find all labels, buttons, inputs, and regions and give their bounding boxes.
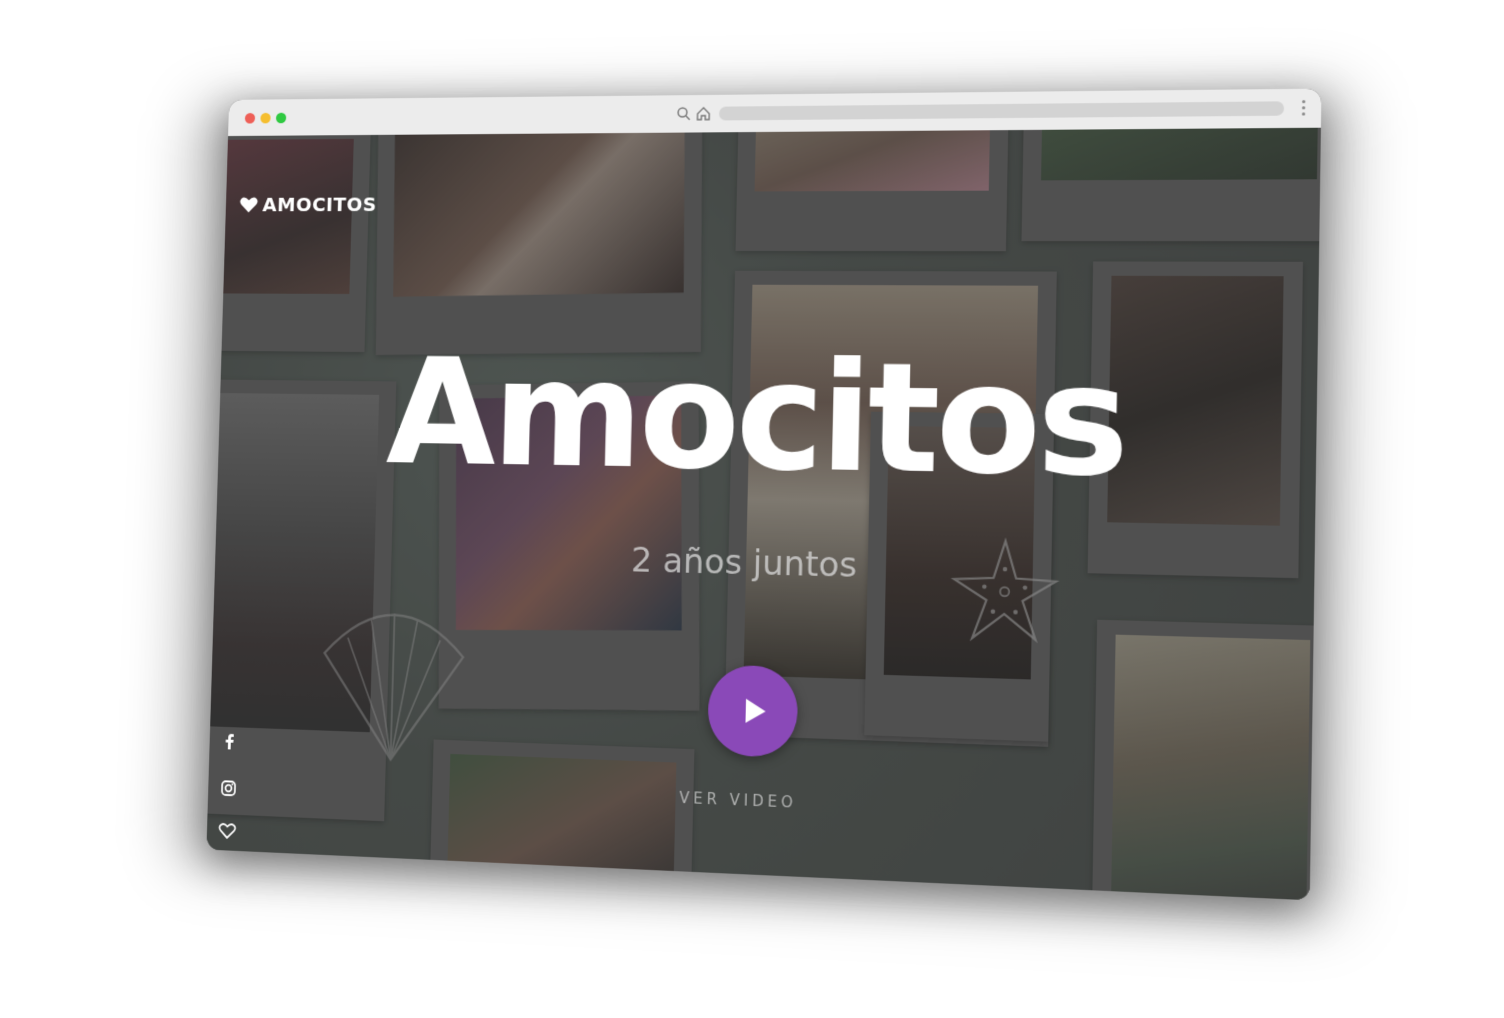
instagram-icon[interactable] <box>219 778 238 798</box>
home-icon[interactable] <box>695 106 711 122</box>
heart-icon[interactable] <box>218 821 237 841</box>
play-icon <box>745 699 765 724</box>
site-logo[interactable]: AMOCITOS <box>238 193 377 216</box>
minimize-window-button[interactable] <box>260 113 270 124</box>
close-window-button[interactable] <box>245 113 255 124</box>
search-icon[interactable] <box>676 106 692 122</box>
facebook-icon[interactable] <box>220 732 239 752</box>
url-bar[interactable] <box>719 101 1284 120</box>
kebab-menu-icon[interactable] <box>1302 100 1306 116</box>
browser-window: AMOCITOS Amocitos 2 años juntos VER VIDE… <box>206 89 1321 901</box>
logo-text: AMOCITOS <box>262 193 377 216</box>
maximize-window-button[interactable] <box>276 113 286 124</box>
page-viewport: AMOCITOS Amocitos 2 años juntos VER VIDE… <box>206 128 1320 901</box>
heart-logo-icon <box>238 195 259 214</box>
page-title: Amocitos <box>218 338 1318 502</box>
